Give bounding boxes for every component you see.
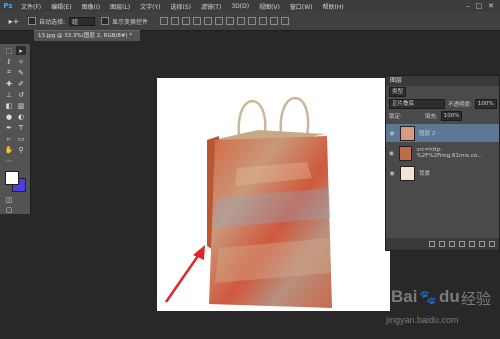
paw-icon: 🐾	[419, 289, 437, 305]
add-mask-icon[interactable]	[449, 241, 455, 247]
visibility-eye-icon[interactable]: ◉	[386, 170, 398, 177]
fill-input[interactable]: 100%	[440, 111, 463, 121]
adjustment-layer-icon[interactable]	[459, 241, 465, 247]
layer-name: 背景	[419, 171, 431, 177]
watermark-jingyan: 经验	[461, 291, 492, 308]
new-group-icon[interactable]	[469, 241, 475, 247]
layers-panel: 图层 类型 正片叠底 不透明度: 100% 锁定: 填充: 100% ◉ 图层 …	[385, 75, 500, 251]
layer-row[interactable]: ◉ 背景	[386, 164, 499, 182]
foreground-color-swatch[interactable]	[5, 171, 19, 185]
watermark-url: jingyan.baidu.com	[386, 315, 459, 325]
layer-row[interactable]: ◉ 图层 2	[386, 124, 499, 142]
visibility-eye-icon[interactable]: ◉	[386, 150, 397, 157]
layer-name: src=http-%2F%2Fimg.61mix.co...	[416, 147, 483, 159]
layers-panel-footer	[386, 238, 499, 250]
lock-label: 锁定:	[389, 114, 402, 120]
link-layers-icon[interactable]	[429, 241, 435, 247]
opacity-input[interactable]: 100%	[474, 99, 497, 109]
layer-style-icon[interactable]	[439, 241, 445, 247]
layer-thumbnail	[400, 165, 415, 181]
layers-panel-title: 图层	[386, 76, 499, 86]
watermark-brand: Bai	[391, 287, 418, 306]
visibility-eye-icon[interactable]: ◉	[386, 130, 398, 137]
layer-thumbnail	[400, 125, 415, 141]
layer-kind-filter[interactable]: 类型	[389, 87, 407, 97]
blend-mode-dropdown[interactable]: 正片叠底	[389, 99, 445, 109]
watermark-brand-2: du	[439, 287, 460, 306]
layer-thumbnail	[398, 145, 413, 161]
fill-label: 填充:	[424, 114, 438, 120]
baidu-watermark: Bai 🐾 du 经验 jingyan.baidu.com	[385, 285, 500, 339]
layer-row[interactable]: ◉ src=http-%2F%2Fimg.61mix.co...	[386, 144, 499, 162]
opacity-label: 不透明度:	[448, 102, 472, 108]
layer-name: 图层 2	[419, 131, 436, 137]
delete-layer-icon[interactable]	[489, 241, 495, 247]
new-layer-icon[interactable]	[479, 241, 485, 247]
